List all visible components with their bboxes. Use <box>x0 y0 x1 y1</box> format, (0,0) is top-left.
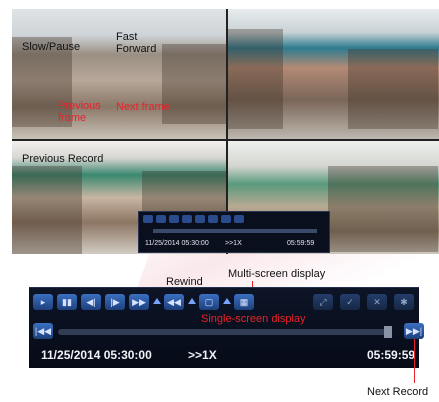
mini-fast-forward-button[interactable] <box>195 215 205 223</box>
next-record-button[interactable]: ▶▶| <box>404 323 424 339</box>
next-frame-button[interactable]: |▶ <box>105 294 125 310</box>
label-single-screen: Single-screen display <box>201 313 306 325</box>
mini-button-row <box>143 215 244 223</box>
rewind-button[interactable]: ◀◀ <box>164 294 184 310</box>
mini-speed: >>1X <box>225 240 242 247</box>
mini-datetime: 11/25/2014 05:30:00 <box>145 240 209 247</box>
mini-next-frame-button[interactable] <box>182 215 192 223</box>
annotation-fast-forward: Fast Forward <box>116 31 156 55</box>
annotation-fast-forward-line1: Fast <box>116 31 138 43</box>
annotation-previous-record: Previous Record <box>22 153 104 165</box>
mini-prev-frame-button[interactable] <box>169 215 179 223</box>
fast-forward-button[interactable]: ▶▶ <box>129 294 149 310</box>
single-screen-button[interactable]: ▢ <box>199 294 219 310</box>
slow-button[interactable]: ▸ <box>33 294 53 310</box>
separator-icon <box>188 298 196 304</box>
annotation-previous-frame: Previous frame <box>58 100 101 124</box>
annotation-slow-pause: Slow/Pause <box>22 41 81 53</box>
toolbar-time-left: 05:59:59 <box>367 348 416 362</box>
settings-button[interactable]: ✱ <box>394 294 414 310</box>
separator-icon <box>153 298 161 304</box>
annotation-next-frame: Next frame <box>116 101 170 113</box>
previous-frame-button[interactable]: ◀| <box>81 294 101 310</box>
mini-single-screen-button[interactable] <box>221 215 231 223</box>
previous-record-button[interactable]: |◀◀ <box>33 323 53 339</box>
pause-button[interactable]: ▮▮ <box>57 294 77 310</box>
mini-time-left: 05:59:59 <box>287 240 315 247</box>
label-next-record: Next Record <box>367 386 429 398</box>
close-button[interactable]: ✕ <box>367 294 387 310</box>
annotation-fast-forward-line2: Forward <box>116 43 157 55</box>
zoom-button[interactable]: ⤢ <box>313 294 333 310</box>
backup-button[interactable]: ✓ <box>340 294 360 310</box>
progress-handle[interactable] <box>384 326 392 338</box>
multi-screen-button[interactable]: ▦ <box>234 294 254 310</box>
mini-playback-toolbar: 11/25/2014 05:30:00 >>1X 05:59:59 <box>138 211 330 253</box>
mini-pause-button[interactable] <box>156 215 166 223</box>
mini-slow-button[interactable] <box>143 215 153 223</box>
camera-view-1[interactable]: Slow/Pause Fast Forward Previous frame N… <box>12 9 226 139</box>
annotation-previous-frame-line1: Previous <box>58 100 101 112</box>
mini-rewind-button[interactable] <box>208 215 218 223</box>
camera-view-2[interactable] <box>228 9 439 139</box>
toolbar-speed: >>1X <box>188 348 217 362</box>
separator-icon <box>223 298 231 304</box>
mini-progress-bar[interactable] <box>153 229 317 233</box>
mini-multi-screen-button[interactable] <box>234 215 244 223</box>
next-record-callout-line <box>414 339 415 383</box>
toolbar-datetime: 11/25/2014 05:30:00 <box>41 348 152 362</box>
label-multi-screen: Multi-screen display <box>228 268 326 280</box>
annotation-previous-frame-line2: frame <box>58 112 87 124</box>
progress-bar[interactable] <box>58 329 390 335</box>
